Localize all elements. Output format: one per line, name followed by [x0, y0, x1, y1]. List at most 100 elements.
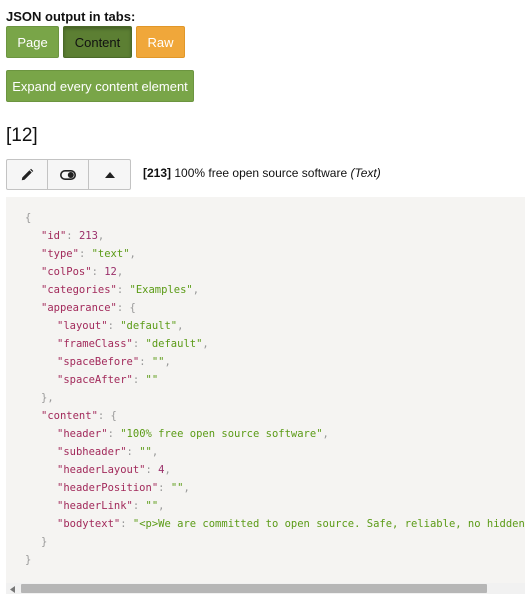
scroll-left-arrow[interactable]	[8, 585, 16, 593]
element-ctype: (Text)	[350, 166, 381, 180]
code-line: "layout": "default",	[25, 317, 525, 335]
json-punctuation: :	[158, 482, 171, 494]
json-number: 213	[78, 230, 98, 242]
code-line: }	[25, 533, 525, 551]
json-punctuation: ,	[164, 464, 171, 476]
json-key: "type"	[41, 248, 79, 260]
json-number: 12	[104, 266, 117, 278]
element-toolbar	[6, 159, 131, 190]
json-output-panel: JSON output in tabs: Page Content Raw Ex…	[0, 0, 525, 602]
json-string: ""	[145, 374, 159, 386]
json-punctuation: :	[78, 248, 92, 260]
json-punctuation: },	[41, 392, 54, 404]
colpos-heading: [12]	[6, 125, 38, 146]
json-key: "colPos"	[41, 266, 92, 278]
json-key: "categories"	[41, 284, 117, 296]
content-element-title: [213] 100% free open source software (Te…	[143, 166, 381, 180]
code-line: "spaceBefore": "",	[25, 353, 525, 371]
code-line: "appearance": {	[25, 299, 525, 317]
code-line: "type": "text",	[25, 245, 525, 263]
json-punctuation: :	[132, 338, 146, 350]
json-punctuation: {	[25, 212, 32, 224]
json-punctuation: ,	[151, 446, 159, 458]
json-code-lines: {"id": 213, "type": "text", "colPos": 12, "…	[25, 209, 525, 569]
element-header: 100% free open source software	[174, 166, 348, 180]
json-punctuation: :	[126, 446, 140, 458]
code-line: "colPos": 12,	[25, 263, 525, 281]
json-punctuation: :	[132, 374, 146, 386]
json-string: ""	[145, 500, 159, 512]
code-line: "headerLink": "",	[25, 497, 525, 515]
json-punctuation: ,	[192, 284, 200, 296]
json-punctuation: ,	[183, 482, 190, 494]
code-line: "headerPosition": "",	[25, 479, 525, 497]
json-punctuation: ,	[177, 320, 184, 332]
json-punctuation: }	[41, 536, 48, 548]
horizontal-scrollbar[interactable]	[6, 583, 525, 594]
json-key: "appearance"	[41, 302, 117, 314]
json-punctuation: :	[145, 464, 159, 476]
code-line: "bodytext": "<p>We are committed to open…	[25, 515, 525, 533]
json-key: "frameClass"	[57, 338, 133, 350]
json-key: "id"	[41, 230, 67, 242]
json-punctuation: ,	[129, 248, 136, 260]
json-punctuation: ,	[158, 500, 165, 512]
json-string: "default"	[120, 320, 178, 332]
json-key: "header"	[57, 428, 108, 440]
code-line: },	[25, 389, 525, 407]
json-key: "headerLink"	[57, 500, 133, 512]
json-key: "headerLayout"	[57, 464, 146, 476]
code-line: "content": {	[25, 407, 525, 425]
tab-page-button[interactable]: Page	[6, 26, 59, 58]
code-line: {	[25, 209, 525, 227]
tab-content-button[interactable]: Content	[63, 26, 132, 58]
json-string: ""	[139, 446, 152, 458]
json-string: "text"	[91, 248, 130, 260]
json-key: "bodytext"	[57, 518, 121, 530]
json-punctuation: :	[120, 518, 133, 530]
element-uid: [213]	[143, 166, 172, 180]
json-punctuation: :	[132, 500, 146, 512]
json-key: "headerPosition"	[57, 482, 159, 494]
json-punctuation: :	[107, 428, 121, 440]
toggle-icon	[60, 169, 76, 180]
code-line: "headerLayout": 4,	[25, 461, 525, 479]
code-line: "spaceAfter": ""	[25, 371, 525, 389]
json-key: "subheader"	[57, 446, 127, 458]
json-key: "content"	[41, 410, 98, 422]
json-string: "default"	[145, 338, 203, 350]
toggle-visibility-button[interactable]	[48, 160, 89, 189]
json-string: "100% free open source software"	[120, 428, 323, 440]
move-up-button[interactable]	[89, 160, 130, 189]
caret-left-icon	[9, 585, 15, 593]
json-output-label: JSON output in tabs:	[6, 9, 136, 24]
json-string: ""	[170, 482, 184, 494]
json-punctuation: ,	[116, 266, 124, 278]
tab-raw-button[interactable]: Raw	[136, 26, 185, 58]
code-line: "subheader": "",	[25, 443, 525, 461]
json-punctuation: ,	[202, 338, 209, 350]
edit-button[interactable]	[7, 160, 48, 189]
json-string: "<p>We are committed to open source. Saf…	[132, 518, 525, 530]
code-line: "categories": "Examples",	[25, 281, 525, 299]
json-key: "layout"	[57, 320, 108, 332]
json-punctuation: : {	[97, 410, 117, 422]
json-key: "spaceBefore"	[57, 356, 140, 368]
json-string: "Examples"	[129, 284, 193, 296]
json-punctuation: }	[25, 554, 32, 566]
code-line: "header": "100% free open source softwar…	[25, 425, 525, 443]
json-punctuation: :	[139, 356, 152, 368]
json-punctuation: ,	[322, 428, 329, 440]
caret-up-icon	[104, 172, 115, 178]
json-punctuation: :	[66, 230, 79, 242]
json-punctuation: :	[107, 320, 121, 332]
json-key: "spaceAfter"	[57, 374, 133, 386]
expand-every-content-element-button[interactable]: Expand every content element	[6, 70, 194, 102]
scrollbar-thumb[interactable]	[21, 584, 487, 593]
code-line: "frameClass": "default",	[25, 335, 525, 353]
pencil-icon	[21, 168, 34, 180]
json-punctuation: ,	[97, 230, 105, 242]
code-line: "id": 213,	[25, 227, 525, 245]
json-string: ""	[151, 356, 165, 368]
json-code-block: {"id": 213, "type": "text", "colPos": 12, "…	[6, 197, 525, 594]
